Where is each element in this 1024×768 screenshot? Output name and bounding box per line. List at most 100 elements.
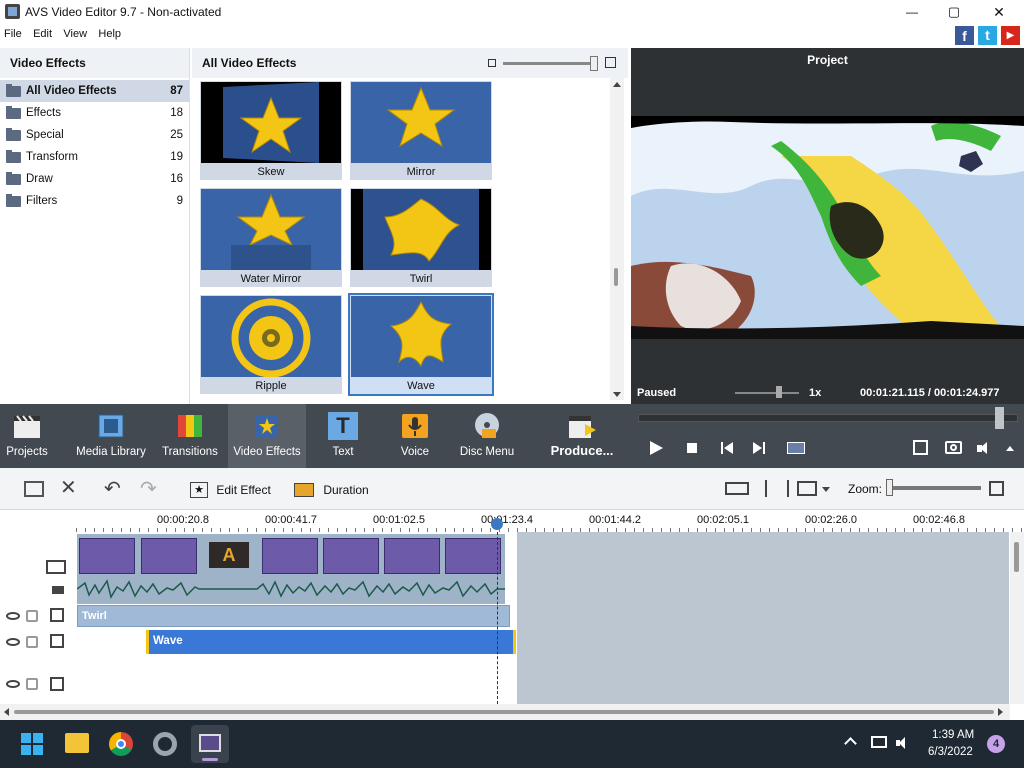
display-options-icon[interactable] <box>797 481 817 496</box>
effect-ripple[interactable]: Ripple <box>200 295 342 394</box>
stop-icon[interactable] <box>687 443 697 453</box>
microphone-icon <box>402 414 428 438</box>
large-thumbs-icon[interactable] <box>605 57 616 68</box>
playhead-handle[interactable] <box>491 518 503 530</box>
seek-handle[interactable] <box>995 407 1004 429</box>
undo-icon[interactable]: ↶ <box>104 478 121 500</box>
disc-menu-button[interactable]: Disc Menu <box>458 404 516 468</box>
zoom-slider[interactable] <box>886 486 981 490</box>
speed-slider[interactable] <box>735 392 799 394</box>
duration-button[interactable]: Duration <box>294 479 369 499</box>
show-hidden-icons-icon[interactable] <box>844 737 857 750</box>
youtube-icon[interactable]: ▶ <box>1001 26 1020 45</box>
timeline-seek-bar[interactable] <box>638 414 1018 422</box>
video-preview[interactable] <box>631 116 1024 339</box>
category-filters[interactable]: Filters 9 <box>0 190 189 212</box>
projects-button[interactable]: Projects <box>0 404 54 468</box>
effect-mirror[interactable]: Mirror <box>350 81 492 180</box>
network-icon[interactable] <box>871 736 887 748</box>
start-windows-icon[interactable] <box>21 733 43 755</box>
delete-icon[interactable]: ✕ <box>60 477 77 499</box>
clock-time[interactable]: 1:39 AM <box>932 729 974 741</box>
category-count: 19 <box>170 151 183 163</box>
effect-skew[interactable]: Skew <box>200 81 342 180</box>
file-explorer-icon[interactable] <box>65 733 89 753</box>
lock-icon[interactable] <box>26 636 38 648</box>
scroll-left-arrow-icon[interactable] <box>4 708 9 716</box>
voice-button[interactable]: Voice <box>392 404 438 468</box>
effects-scrollbar[interactable] <box>610 78 624 400</box>
category-label: Effects <box>26 107 61 119</box>
windows-taskbar: 1:39 AM 6/3/2022 4 <box>0 720 1024 768</box>
visibility-eye-icon[interactable] <box>6 612 20 620</box>
menu-edit[interactable]: Edit <box>29 24 56 40</box>
snapshot-icon[interactable] <box>945 441 962 454</box>
speed-slider-handle[interactable] <box>776 386 782 398</box>
ruler-tick-label: 00:01:44.2 <box>589 514 641 526</box>
menu-help[interactable]: Help <box>94 24 125 40</box>
chrome-icon[interactable] <box>109 732 133 756</box>
scroll-up-arrow-icon[interactable] <box>613 82 621 87</box>
video-track[interactable]: A <box>77 534 505 604</box>
visibility-eye-icon[interactable] <box>6 680 20 688</box>
zoom-slider-handle[interactable] <box>886 479 893 496</box>
scrollbar-thumb[interactable] <box>614 268 618 286</box>
effect-clip-wave[interactable]: Wave <box>146 630 516 654</box>
scrollbar-thumb[interactable] <box>14 710 994 714</box>
volume-icon[interactable] <box>977 442 995 455</box>
settings-gear-icon[interactable] <box>153 732 177 756</box>
split-icon[interactable] <box>787 442 805 454</box>
volume-expand-icon[interactable] <box>1006 446 1014 451</box>
effect-wave[interactable]: Wave <box>348 293 494 396</box>
produce-button[interactable]: Produce... <box>546 404 618 468</box>
fullscreen-icon[interactable] <box>913 440 928 455</box>
thumb-size-slider-handle[interactable] <box>590 56 598 71</box>
category-transform[interactable]: Transform 19 <box>0 146 189 168</box>
scroll-right-arrow-icon[interactable] <box>998 708 1003 716</box>
timeline-vertical-scrollbar[interactable] <box>1010 532 1024 704</box>
redo-icon[interactable]: ↷ <box>140 478 157 500</box>
twitter-icon[interactable]: t <box>978 26 997 45</box>
visibility-eye-icon[interactable] <box>6 638 20 646</box>
timeline-ruler[interactable]: 00:00:20.8 00:00:41.7 00:01:02.5 00:01:2… <box>0 510 1024 532</box>
category-effects[interactable]: Effects 18 <box>0 102 189 124</box>
lock-icon[interactable] <box>26 678 38 690</box>
menu-file[interactable]: File <box>0 24 26 40</box>
category-draw[interactable]: Draw 16 <box>0 168 189 190</box>
scroll-down-arrow-icon[interactable] <box>613 392 621 397</box>
category-all-video-effects[interactable]: All Video Effects 87 <box>0 80 189 102</box>
effect-twirl[interactable]: Twirl <box>350 188 492 287</box>
audio-mixer-icon[interactable] <box>765 480 789 497</box>
maximize-button[interactable]: ▢ <box>940 2 968 22</box>
notification-badge[interactable]: 4 <box>987 735 1005 753</box>
menu-view[interactable]: View <box>59 24 91 40</box>
transitions-button[interactable]: Transitions <box>160 404 220 468</box>
close-button[interactable]: ✕ <box>985 2 1013 22</box>
next-frame-icon[interactable] <box>753 442 765 454</box>
text-clip[interactable]: A <box>209 542 249 568</box>
minimize-button[interactable]: — <box>898 2 926 22</box>
thumb-size-slider[interactable] <box>503 62 595 65</box>
clock-date[interactable]: 6/3/2022 <box>928 746 973 758</box>
small-thumbs-icon[interactable] <box>488 59 496 67</box>
avs-video-editor-taskbar-icon[interactable] <box>191 725 229 763</box>
speaker-icon[interactable] <box>896 737 910 749</box>
snap-icon[interactable] <box>725 482 749 495</box>
timeline-horizontal-scrollbar[interactable] <box>0 704 1010 720</box>
lock-icon[interactable] <box>26 610 38 622</box>
text-button[interactable]: T Text <box>318 404 368 468</box>
effect-water-mirror[interactable]: Water Mirror <box>200 188 342 287</box>
category-label: Special <box>26 129 64 141</box>
video-effects-button[interactable]: Video Effects <box>228 404 306 468</box>
facebook-icon[interactable]: f <box>955 26 974 45</box>
category-special[interactable]: Special 25 <box>0 124 189 146</box>
zoom-fit-icon[interactable] <box>989 481 1004 496</box>
previous-frame-icon[interactable] <box>721 442 733 454</box>
media-library-button[interactable]: Media Library <box>76 404 146 468</box>
edit-effect-button[interactable]: ★ Edit Effect <box>190 479 271 499</box>
effect-clip-twirl[interactable]: Twirl <box>77 605 510 627</box>
dropdown-arrow-icon[interactable] <box>822 487 830 492</box>
folder-icon <box>6 172 21 185</box>
play-icon[interactable] <box>650 441 663 455</box>
storyboard-view-icon[interactable] <box>24 481 44 497</box>
